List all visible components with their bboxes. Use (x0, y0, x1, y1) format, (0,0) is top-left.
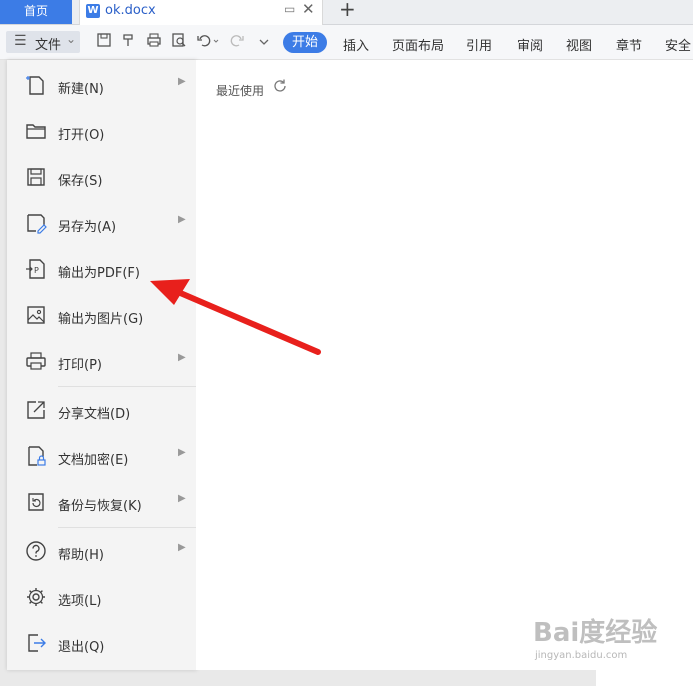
menu-item-print-label: 打印(P) (58, 358, 102, 373)
menu-item-print[interactable]: 打印(P) ▶ (7, 342, 196, 382)
tab-document[interactable]: W ok.docx ▭ ✕ (79, 0, 323, 25)
tab-start[interactable]: 开始 (283, 32, 327, 53)
menu-item-encrypt-label: 文档加密(E) (58, 453, 129, 468)
menu-item-new-label: 新建(N) (58, 82, 104, 97)
tab-security[interactable]: 安全 (665, 35, 691, 54)
menu-item-exit[interactable]: 退出(Q) (7, 624, 196, 664)
quick-access-dropdown-icon[interactable] (258, 32, 270, 48)
file-menu-panel: 新建(N) ▶ 打开(O) 保存(S) 另存为(A) ▶ P 输出为PDF(F)… (7, 60, 197, 670)
file-menu-label: 文件 (35, 38, 62, 53)
svg-text:P: P (34, 266, 39, 275)
menu-item-help-label: 帮助(H) (58, 548, 104, 563)
menu-item-save[interactable]: 保存(S) (7, 158, 196, 198)
share-icon (27, 401, 45, 419)
tab-view[interactable]: 视图 (566, 35, 592, 54)
format-painter-icon[interactable] (121, 32, 137, 48)
tab-sections[interactable]: 章节 (616, 35, 642, 54)
folder-open-icon (26, 124, 46, 139)
menu-item-share-label: 分享文档(D) (58, 407, 131, 422)
undo-icon[interactable] (196, 32, 220, 48)
ribbon-toolbar: ☰ 文件 ⌄ 开始 插入 页面布局 引用 审阅 视图 章节 安全 (0, 25, 693, 60)
document-tab-name: ok.docx (105, 3, 156, 18)
refresh-icon[interactable] (272, 78, 288, 94)
backup-restore-icon (28, 493, 44, 511)
watermark-url: jingyan.baidu.com (535, 650, 628, 661)
print-icon (26, 352, 46, 370)
menu-item-options[interactable]: 选项(L) (7, 578, 196, 618)
save-icon (27, 168, 45, 186)
menu-divider (58, 527, 196, 528)
submenu-arrow-icon: ▶ (178, 447, 186, 458)
chevron-down-icon: ⌄ (66, 32, 77, 46)
menu-divider (58, 386, 196, 387)
menu-item-save-as-label: 另存为(A) (58, 220, 117, 235)
menu-item-help[interactable]: 帮助(H) ▶ (7, 532, 196, 572)
gear-icon (27, 588, 45, 606)
tab-page-layout[interactable]: 页面布局 (392, 35, 444, 54)
tab-home[interactable]: 首页 (0, 0, 72, 24)
print-icon[interactable] (146, 32, 162, 48)
redo-icon[interactable] (229, 32, 253, 48)
export-image-icon (27, 306, 45, 324)
menu-item-new[interactable]: 新建(N) ▶ (7, 66, 196, 106)
menu-item-export-image-label: 输出为图片(G) (58, 312, 144, 327)
save-icon[interactable] (96, 32, 112, 48)
menu-item-options-label: 选项(L) (58, 594, 102, 609)
tab-review[interactable]: 审阅 (517, 35, 543, 54)
file-menu-button[interactable]: ☰ 文件 ⌄ (6, 31, 80, 53)
submenu-arrow-icon: ▶ (178, 76, 186, 87)
menu-item-encrypt[interactable]: 文档加密(E) ▶ (7, 437, 196, 477)
menu-item-backup[interactable]: 备份与恢复(K) ▶ (7, 483, 196, 523)
menu-item-export-pdf-label: 输出为PDF(F) (58, 266, 140, 281)
hamburger-icon: ☰ (14, 33, 27, 49)
exit-icon (28, 634, 46, 652)
tab-bar: 首页 W ok.docx ▭ ✕ + (0, 0, 693, 25)
export-pdf-icon: P (26, 259, 45, 279)
submenu-arrow-icon: ▶ (178, 214, 186, 225)
watermark-logo: Bai度经验 (533, 618, 658, 648)
document-lock-icon (28, 446, 46, 466)
recent-files-title: 最近使用 (216, 84, 265, 98)
menu-item-save-as[interactable]: 另存为(A) ▶ (7, 204, 196, 244)
new-document-icon (26, 76, 44, 95)
tab-insert[interactable]: 插入 (343, 35, 369, 54)
menu-item-backup-label: 备份与恢复(K) (58, 499, 142, 514)
word-doc-icon: W (86, 4, 100, 18)
help-icon (26, 541, 46, 561)
recent-files-panel: 最近使用 (196, 60, 693, 670)
menu-item-export-pdf[interactable]: P 输出为PDF(F) (7, 250, 196, 290)
menu-item-open[interactable]: 打开(O) (7, 112, 196, 152)
menu-item-save-label: 保存(S) (58, 174, 103, 189)
monitor-icon[interactable]: ▭ (284, 2, 295, 16)
baidu-watermark: Bai度经验 jingyan.baidu.com (533, 612, 673, 670)
close-icon[interactable]: ✕ (302, 0, 315, 18)
submenu-arrow-icon: ▶ (178, 542, 186, 553)
tab-references[interactable]: 引用 (466, 35, 492, 54)
print-preview-icon[interactable] (171, 32, 187, 48)
submenu-arrow-icon: ▶ (178, 493, 186, 504)
menu-item-exit-label: 退出(Q) (58, 640, 105, 655)
new-tab-button[interactable]: + (339, 0, 356, 21)
menu-item-export-image[interactable]: 输出为图片(G) (7, 296, 196, 336)
menu-item-open-label: 打开(O) (58, 128, 105, 143)
menu-item-share[interactable]: 分享文档(D) (7, 391, 196, 431)
document-page-edge (596, 670, 693, 686)
save-as-icon (27, 214, 47, 234)
submenu-arrow-icon: ▶ (178, 352, 186, 363)
